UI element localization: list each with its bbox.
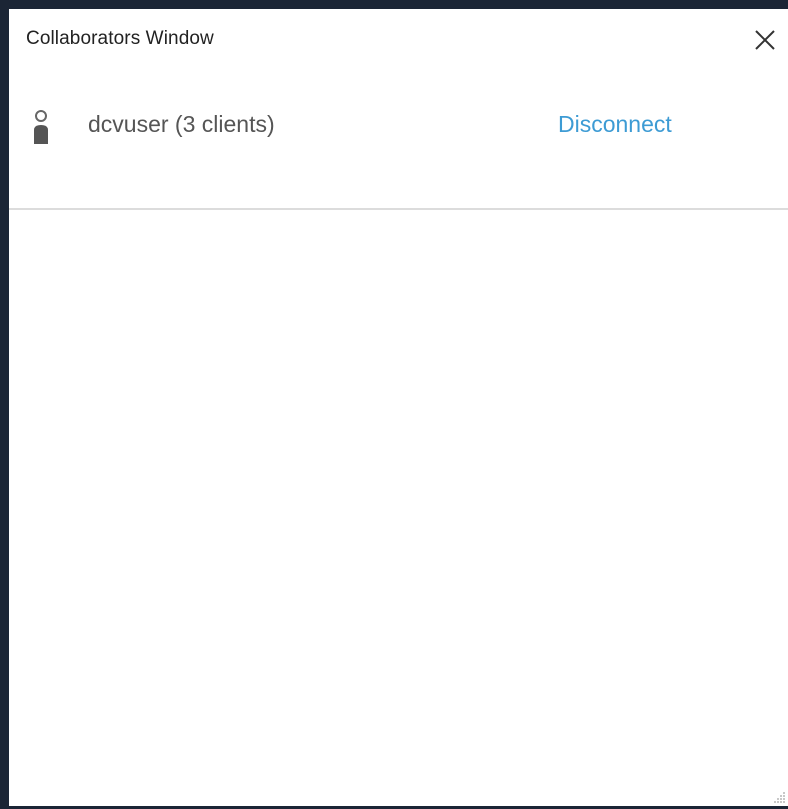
user-icon xyxy=(29,108,53,144)
close-button[interactable] xyxy=(752,27,778,53)
window-title: Collaborators Window xyxy=(26,28,214,49)
close-icon xyxy=(755,30,775,50)
collaborators-list-area xyxy=(9,210,788,806)
collaborator-row: dcvuser (3 clients) Disconnect xyxy=(9,89,788,159)
disconnect-link[interactable]: Disconnect xyxy=(558,111,672,138)
collaborator-name: dcvuser (3 clients) xyxy=(88,111,275,137)
resize-grip-icon[interactable] xyxy=(770,788,786,804)
collaborators-window: Collaborators Window dcvuser (3 clients)… xyxy=(9,9,788,806)
window-titlebar: Collaborators Window xyxy=(9,9,788,71)
